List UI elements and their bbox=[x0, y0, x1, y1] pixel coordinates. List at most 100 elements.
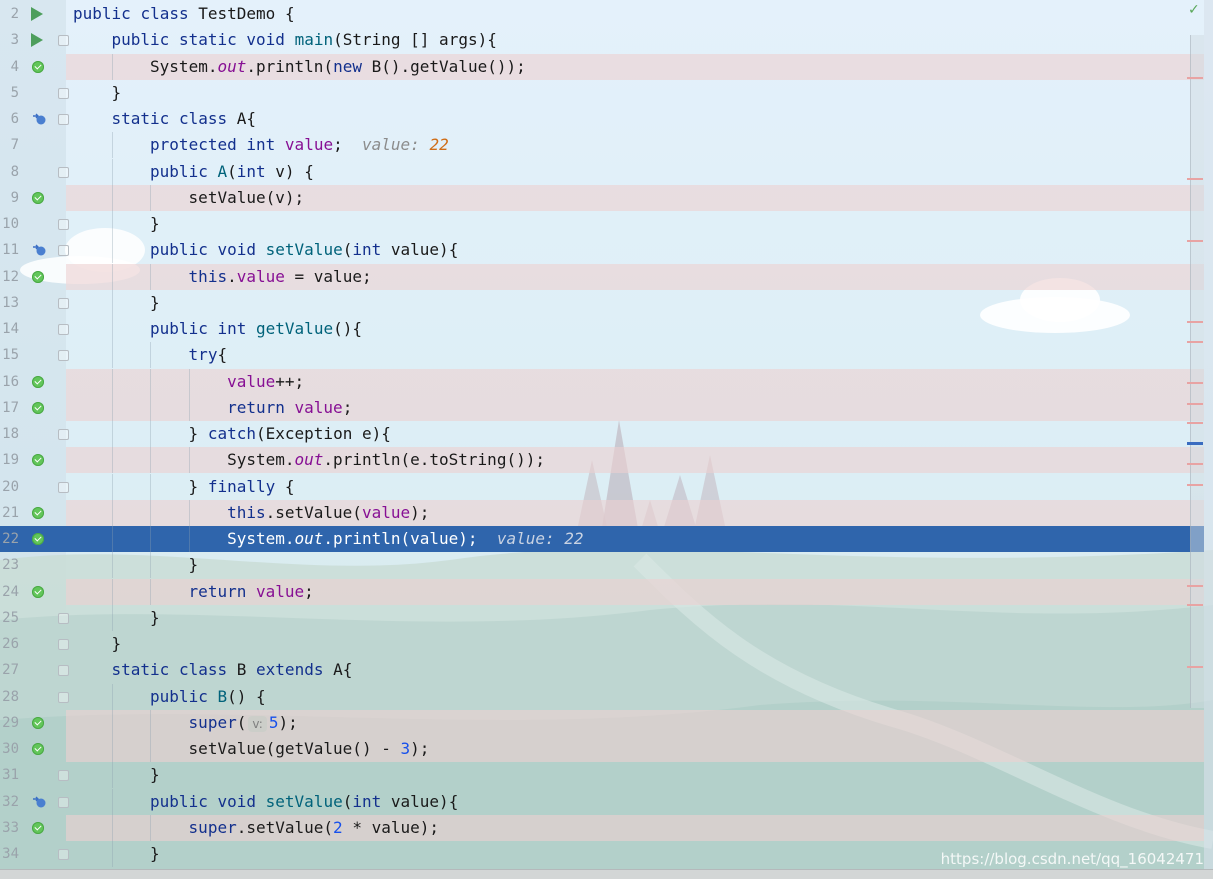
code-line[interactable]: public void setValue(int value){ bbox=[66, 788, 1204, 815]
code-line[interactable]: public int getValue(){ bbox=[66, 316, 1204, 342]
fold-close-icon[interactable] bbox=[58, 770, 69, 782]
fold-open-icon[interactable] bbox=[58, 114, 69, 125]
breakpoint-check-icon[interactable] bbox=[32, 454, 44, 467]
vertical-scrollbar[interactable] bbox=[1190, 35, 1204, 708]
gutter-row[interactable]: 29 bbox=[0, 710, 66, 736]
fold-open-icon[interactable] bbox=[58, 691, 69, 703]
gutter-row[interactable]: 23 bbox=[0, 552, 66, 578]
override-method-icon[interactable] bbox=[30, 242, 48, 258]
gutter-row[interactable]: 21 bbox=[0, 500, 66, 526]
gutter-row[interactable]: 30 bbox=[0, 736, 66, 762]
gutter-row[interactable]: 13 bbox=[0, 290, 69, 316]
override-method-icon[interactable] bbox=[30, 111, 48, 127]
fold-open-icon[interactable] bbox=[58, 350, 69, 362]
fold-open-icon[interactable] bbox=[58, 429, 69, 440]
breakpoint-marker[interactable] bbox=[1187, 484, 1203, 486]
gutter-row[interactable]: 33 bbox=[0, 815, 66, 841]
gutter-row[interactable]: 5 bbox=[0, 80, 69, 106]
code-line[interactable]: static class B extends A{ bbox=[66, 657, 1204, 683]
gutter-row[interactable]: 11 bbox=[0, 237, 69, 263]
code-line[interactable]: try{ bbox=[66, 342, 1204, 369]
fold-open-icon[interactable] bbox=[58, 796, 69, 808]
fold-open-icon[interactable] bbox=[58, 324, 69, 335]
code-line[interactable]: } bbox=[66, 289, 1204, 316]
editor-gutter[interactable]: 2 3 4 5 6 7 8 9 10 11 12 13 14 15 16 17 18 19 20 21 22 23 24 25… bbox=[0, 0, 69, 878]
code-line[interactable]: } bbox=[66, 604, 1204, 631]
gutter-row[interactable]: 3 bbox=[0, 27, 69, 53]
fold-open-icon[interactable] bbox=[58, 665, 69, 677]
code-line[interactable]: static class A{ bbox=[66, 106, 1204, 132]
fold-close-icon[interactable] bbox=[58, 849, 69, 860]
gutter-row[interactable]: 12 bbox=[0, 264, 66, 290]
code-line[interactable]: public static void main(String [] args){ bbox=[66, 27, 1204, 53]
breakpoint-line[interactable]: return value; bbox=[66, 394, 1204, 421]
code-line[interactable]: } finally { bbox=[66, 473, 1204, 500]
gutter-row[interactable]: 24 bbox=[0, 579, 66, 605]
breakpoint-marker[interactable] bbox=[1187, 585, 1203, 587]
breakpoint-line[interactable]: this.value = value; bbox=[66, 263, 1204, 290]
breakpoint-check-icon[interactable] bbox=[32, 533, 44, 545]
breakpoint-marker[interactable] bbox=[1187, 240, 1203, 242]
check-icon[interactable]: ✓ bbox=[1188, 2, 1200, 18]
breakpoint-check-icon[interactable] bbox=[32, 191, 44, 204]
gutter-row[interactable]: 34 bbox=[0, 841, 69, 867]
gutter-row[interactable]: 18 bbox=[0, 421, 69, 447]
breakpoint-marker[interactable] bbox=[1187, 382, 1203, 384]
code-line[interactable]: protected int value; value: 22 bbox=[66, 132, 1204, 159]
gutter-row[interactable]: 19 bbox=[0, 447, 66, 473]
gutter-row[interactable]: 22 bbox=[0, 526, 66, 552]
current-execution-line[interactable]: System.out.println(value); value: 22 bbox=[0, 526, 1204, 552]
breakpoint-line[interactable]: return value; bbox=[66, 578, 1204, 605]
breakpoint-marker[interactable] bbox=[1187, 403, 1203, 405]
gutter-row[interactable]: 6 bbox=[0, 106, 69, 132]
breakpoint-check-icon[interactable] bbox=[32, 270, 44, 283]
breakpoint-check-icon[interactable] bbox=[32, 743, 44, 755]
code-line[interactable]: public void setValue(int value){ bbox=[66, 237, 1204, 264]
fold-open-icon[interactable] bbox=[58, 481, 69, 493]
breakpoint-check-icon[interactable] bbox=[32, 585, 44, 598]
breakpoint-check-icon[interactable] bbox=[32, 506, 44, 519]
code-line[interactable]: public A(int v) { bbox=[66, 158, 1204, 185]
fold-close-icon[interactable] bbox=[58, 297, 69, 309]
code-line[interactable]: } catch(Exception e){ bbox=[66, 421, 1204, 447]
code-line[interactable]: } bbox=[66, 211, 1204, 237]
breakpoint-marker[interactable] bbox=[1187, 178, 1203, 180]
fold-open-icon[interactable] bbox=[58, 245, 69, 257]
run-triangle-icon[interactable] bbox=[31, 33, 43, 48]
breakpoint-line[interactable]: System.out.println(new B().getValue()); bbox=[66, 53, 1204, 80]
code-line[interactable]: } bbox=[66, 80, 1204, 106]
breakpoint-check-icon[interactable] bbox=[32, 716, 44, 729]
breakpoint-marker[interactable] bbox=[1187, 666, 1203, 668]
breakpoint-line[interactable]: this.setValue(value); bbox=[66, 499, 1204, 526]
code-line[interactable]: } bbox=[66, 552, 1204, 579]
gutter-row[interactable]: 4 bbox=[0, 54, 66, 80]
gutter-row[interactable]: 7 bbox=[0, 132, 66, 158]
run-triangle-icon[interactable] bbox=[31, 7, 43, 21]
breakpoint-line[interactable]: super(v: 5); bbox=[66, 709, 1204, 736]
breakpoint-check-icon[interactable] bbox=[32, 821, 44, 834]
breakpoint-line[interactable]: System.out.println(e.toString()); bbox=[66, 447, 1204, 474]
gutter-row[interactable]: 26 bbox=[0, 631, 69, 657]
gutter-row[interactable]: 27 bbox=[0, 657, 69, 683]
breakpoint-check-icon[interactable] bbox=[32, 60, 44, 73]
breakpoint-line[interactable]: value++; bbox=[66, 368, 1204, 395]
gutter-row[interactable]: 25 bbox=[0, 605, 69, 631]
gutter-row[interactable]: 8 bbox=[0, 159, 69, 185]
gutter-row[interactable]: 17 bbox=[0, 395, 66, 421]
gutter-row[interactable]: 10 bbox=[0, 211, 69, 237]
fold-close-icon[interactable] bbox=[58, 87, 69, 99]
breakpoint-line[interactable]: setValue(v); bbox=[66, 184, 1204, 211]
code-line[interactable]: public class TestDemo { bbox=[66, 1, 1204, 27]
fold-open-icon[interactable] bbox=[58, 166, 69, 178]
breakpoint-check-icon[interactable] bbox=[32, 375, 44, 388]
override-method-icon[interactable] bbox=[30, 794, 48, 810]
breakpoint-line[interactable]: super.setValue(2 * value); bbox=[66, 814, 1204, 841]
gutter-row[interactable]: 15 bbox=[0, 342, 69, 368]
gutter-row[interactable]: 9 bbox=[0, 185, 66, 211]
gutter-row[interactable]: 14 bbox=[0, 316, 69, 342]
fold-close-icon[interactable] bbox=[58, 639, 69, 650]
gutter-row[interactable]: 32 bbox=[0, 789, 69, 815]
fold-open-icon[interactable] bbox=[58, 35, 69, 47]
code-line[interactable]: } bbox=[66, 762, 1204, 789]
gutter-row[interactable]: 2 bbox=[0, 1, 66, 27]
